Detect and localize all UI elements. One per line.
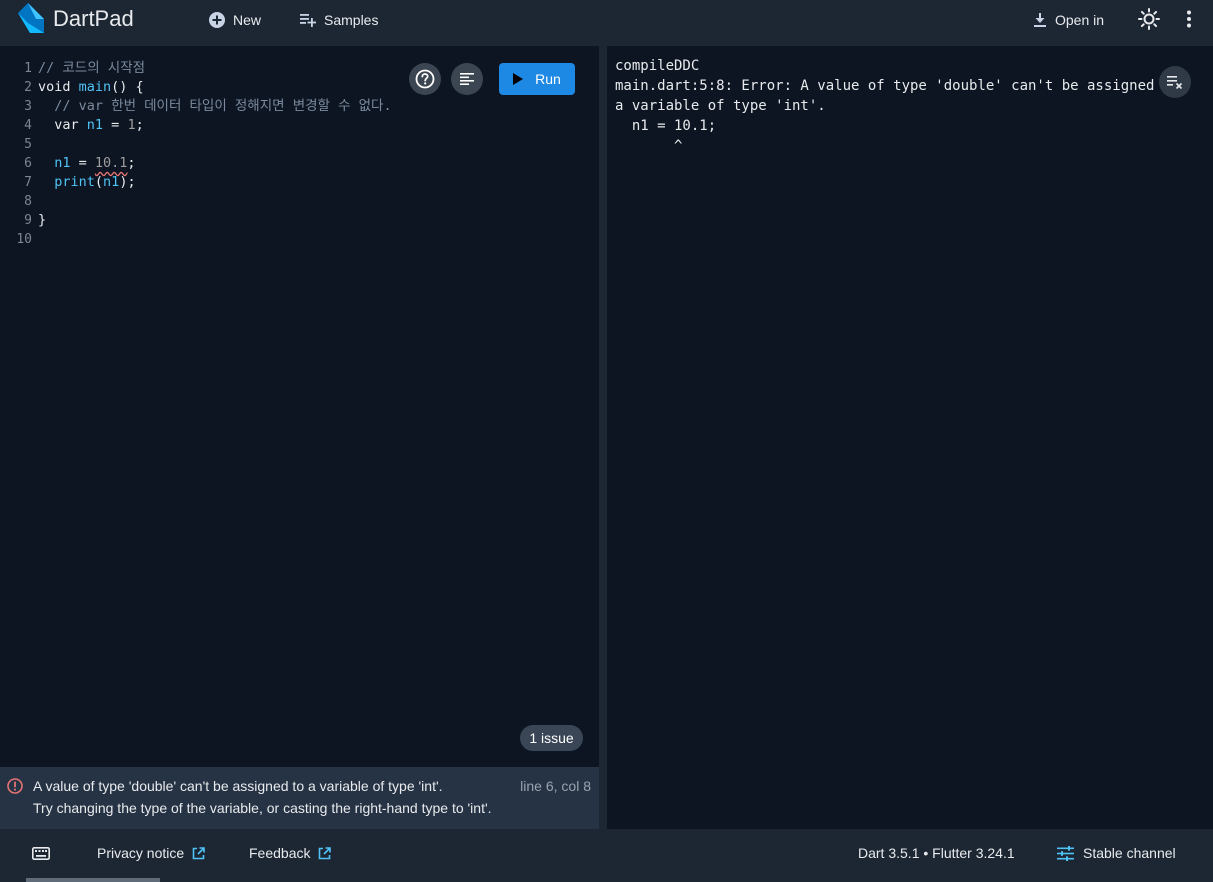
keyboard-icon[interactable] [32, 847, 50, 860]
code-token: () { [111, 79, 144, 95]
console-line: compileDDC [615, 58, 700, 74]
samples-button-label: Samples [324, 12, 379, 28]
new-button[interactable]: New [209, 10, 261, 30]
console-line: n1 = 10.1; [615, 118, 717, 134]
variable-n1: n1 [38, 155, 71, 171]
code-line-comment: // var 한번 데이터 타입이 정해지면 변경할 수 없다. [38, 98, 392, 114]
version-info: Dart 3.5.1 • Flutter 3.24.1 [858, 845, 1015, 861]
code-token: ); [119, 174, 136, 190]
open-in-button[interactable]: Open in [1033, 10, 1104, 30]
problem-message[interactable]: A value of type 'double' can't be assign… [33, 778, 443, 794]
download-icon [1034, 13, 1046, 27]
dart-logo-icon [18, 3, 44, 33]
console-line: main.dart:5:8: Error: A value of type 'd… [615, 78, 1180, 94]
variable-n1: n1 [103, 174, 120, 190]
variable-n1: n1 [86, 117, 104, 133]
privacy-notice-link[interactable]: Privacy notice [97, 845, 205, 861]
code-line-close: } [38, 212, 47, 228]
open-in-label: Open in [1055, 12, 1105, 28]
samples-button[interactable]: Samples [300, 10, 378, 30]
problem-hint: Try changing the type of the variable, o… [33, 800, 492, 816]
keyword-void: void [38, 79, 79, 95]
more-vert-icon[interactable] [1185, 10, 1193, 28]
privacy-notice-label: Privacy notice [97, 845, 185, 861]
line-number: 7 [24, 175, 32, 190]
format-button[interactable] [451, 63, 483, 95]
open-in-new-icon [192, 846, 205, 859]
keyword-var: var [38, 117, 87, 133]
help-icon [415, 69, 435, 89]
line-number: 5 [24, 137, 32, 152]
line-number: 8 [24, 194, 32, 209]
run-button-label: Run [535, 71, 561, 87]
clear-all-icon [1167, 76, 1183, 89]
line-number: 6 [24, 156, 32, 171]
code-line-comment: // 코드의 시작점 [38, 60, 146, 76]
code-editor[interactable]: 1 2 3 4 5 6 7 8 9 10 // 코드의 시작점 void mai… [0, 46, 599, 767]
number-literal: 1 [127, 117, 136, 133]
open-in-new-icon [319, 846, 332, 859]
code-token: ; [135, 117, 144, 133]
tune-icon [1057, 845, 1074, 861]
console-line: ^ [615, 138, 683, 154]
function-print: print [38, 174, 95, 190]
playlist-add-icon [300, 14, 316, 27]
add-circle-icon [209, 12, 225, 28]
new-button-label: New [233, 12, 262, 28]
code-line-var: var n1 = 1; [38, 116, 144, 135]
problem-location: line 6, col 8 [520, 778, 591, 794]
code-token: = [103, 117, 128, 133]
app-header: DartPad New Samples Open in [0, 0, 1213, 46]
run-button[interactable]: Run [499, 63, 575, 95]
code-line-print: print(n1); [38, 173, 136, 192]
channel-button[interactable]: Stable channel [1057, 845, 1176, 861]
pane-divider[interactable] [599, 46, 607, 829]
help-button[interactable] [409, 63, 441, 95]
console-line: a variable of type 'int'. [615, 98, 826, 114]
app-title: DartPad [53, 6, 134, 31]
format-align-left-icon [460, 73, 474, 85]
theme-toggle-icon[interactable] [1138, 8, 1160, 30]
feedback-label: Feedback [249, 845, 311, 861]
function-main: main [78, 79, 112, 95]
line-number: 10 [16, 232, 32, 247]
line-number: 2 [24, 80, 32, 95]
feedback-link[interactable]: Feedback [249, 845, 332, 861]
code-line-main: void main() { [38, 78, 144, 97]
status-bar: Privacy notice Feedback Dart 3.5.1 • Flu… [0, 829, 1213, 882]
code-token: ; [127, 155, 136, 171]
horizontal-scrollbar[interactable] [26, 878, 160, 882]
line-number: 9 [24, 213, 32, 228]
problems-panel: A value of type 'double' can't be assign… [0, 767, 599, 829]
code-token: = [70, 155, 95, 171]
error-number-literal[interactable]: 10.1 [95, 155, 128, 171]
line-number: 1 [24, 61, 32, 76]
line-number: 3 [24, 99, 32, 114]
issues-chip[interactable]: 1 issue [520, 725, 583, 751]
line-number: 4 [24, 118, 32, 133]
clear-console-button[interactable] [1159, 66, 1191, 98]
channel-label: Stable channel [1083, 845, 1176, 861]
code-token: ( [94, 174, 104, 190]
play-icon [513, 73, 524, 85]
error-icon [7, 778, 23, 794]
code-line-assign: n1 = 10.1; [38, 154, 136, 173]
console-output: compileDDC main.dart:5:8: Error: A value… [607, 46, 1213, 829]
